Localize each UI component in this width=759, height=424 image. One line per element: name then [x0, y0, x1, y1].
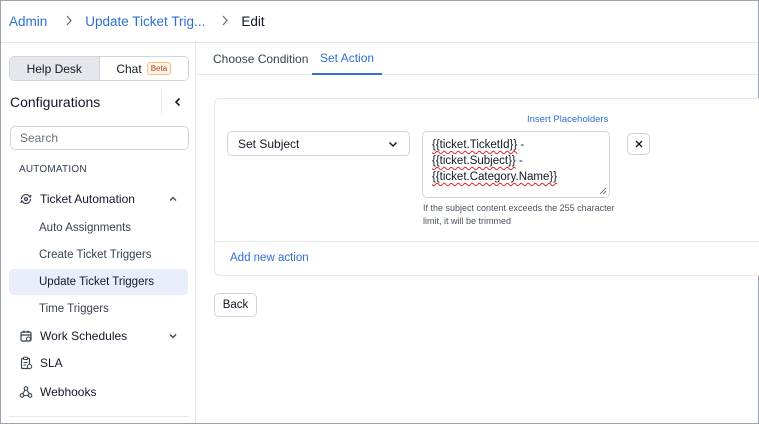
- sidebar-item-update-ticket-triggers[interactable]: Update Ticket Triggers: [9, 269, 188, 295]
- sidebar-group-work-schedules[interactable]: Work Schedules: [9, 324, 189, 348]
- add-new-action-link[interactable]: Add new action: [230, 252, 309, 264]
- chevron-up-icon: [169, 196, 177, 201]
- breadcrumb-parent-link[interactable]: Update Ticket Trig...: [85, 14, 205, 29]
- sidebar-group-webhooks[interactable]: Webhooks: [9, 380, 189, 404]
- action-field-select[interactable]: Set Subject: [227, 131, 410, 156]
- collapse-sidebar-button[interactable]: [169, 93, 187, 111]
- breadcrumb-chevron-icon: [65, 14, 73, 29]
- segment-chat[interactable]: Chat Beta: [99, 57, 188, 80]
- sla-clipboard-icon: [19, 356, 33, 370]
- sidebar-item-label: Create Ticket Triggers: [39, 249, 152, 261]
- action-field-select-value: Set Subject: [238, 136, 300, 151]
- insert-placeholders-link[interactable]: Insert Placeholders: [527, 114, 608, 125]
- segment-help-desk-label: Help Desk: [26, 61, 82, 76]
- placeholder-token: {{ticket.Category.Name}}: [432, 171, 558, 183]
- chevron-left-icon: [174, 97, 181, 107]
- placeholder-token: {{ticket.TicketId}}: [432, 139, 518, 151]
- sidebar-item-label: Update Ticket Triggers: [39, 276, 155, 288]
- breadcrumb-admin-link[interactable]: Admin: [9, 14, 47, 29]
- chevron-down-icon: [169, 334, 177, 339]
- section-label-automation: AUTOMATION: [19, 164, 87, 175]
- sidebar-group-ticket-automation[interactable]: Ticket Automation: [9, 187, 189, 211]
- segment-help-desk[interactable]: Help Desk: [10, 57, 100, 80]
- breadcrumb: Admin Update Ticket Trig... Edit: [1, 1, 758, 43]
- divider: [161, 89, 162, 113]
- sidebar-group-label: SLA: [40, 356, 63, 370]
- sidebar-item-time-triggers[interactable]: Time Triggers: [9, 296, 188, 322]
- close-icon: [635, 140, 642, 148]
- sidebar-item-label: Auto Assignments: [39, 222, 132, 234]
- sidebar-group-label: Webhooks: [40, 385, 97, 399]
- sidebar-item-auto-assignments[interactable]: Auto Assignments: [9, 215, 188, 241]
- tab-choose-condition[interactable]: Choose Condition: [213, 43, 308, 75]
- chevron-down-icon: [389, 142, 397, 147]
- value-separator: -: [517, 139, 525, 151]
- value-separator: -: [515, 155, 523, 167]
- divider: [9, 416, 189, 417]
- sidebar-item-label: Time Triggers: [39, 303, 109, 315]
- breadcrumb-chevron-icon: [221, 14, 229, 29]
- ticket-automation-icon: [19, 192, 33, 206]
- webhook-icon: [19, 385, 33, 399]
- calendar-icon: [19, 329, 33, 343]
- sidebar-search-input[interactable]: [10, 126, 189, 150]
- subject-limit-hint: If the subject content exceeds the 255 c…: [423, 203, 615, 226]
- product-switcher: Help Desk Chat Beta: [9, 56, 189, 81]
- divider: [214, 241, 759, 242]
- tab-bar: Choose Condition Set Action: [197, 43, 758, 75]
- remove-action-button[interactable]: [627, 133, 650, 155]
- resize-handle-icon[interactable]: [599, 187, 607, 195]
- sidebar-group-label: Work Schedules: [40, 329, 128, 343]
- placeholder-token: {{ticket.Subject}}: [432, 155, 516, 167]
- tab-label: Set Action: [320, 51, 375, 65]
- sidebar-group-label: Ticket Automation: [40, 192, 135, 206]
- action-value-textarea[interactable]: {{ticket.TicketId}} - {{ticket.Subject}}…: [422, 131, 610, 198]
- sidebar-title: Configurations: [10, 94, 101, 110]
- sidebar-group-sla[interactable]: SLA: [9, 351, 189, 375]
- beta-badge: Beta: [146, 62, 172, 75]
- tab-set-action[interactable]: Set Action: [312, 43, 383, 75]
- breadcrumb-current: Edit: [241, 14, 265, 29]
- sidebar-item-create-ticket-triggers[interactable]: Create Ticket Triggers: [9, 242, 188, 268]
- tab-label: Choose Condition: [213, 52, 309, 66]
- sidebar: Help Desk Chat Beta Configurations AUTOM…: [1, 43, 196, 423]
- segment-chat-label: Chat: [116, 61, 142, 76]
- back-button[interactable]: Back: [214, 293, 257, 317]
